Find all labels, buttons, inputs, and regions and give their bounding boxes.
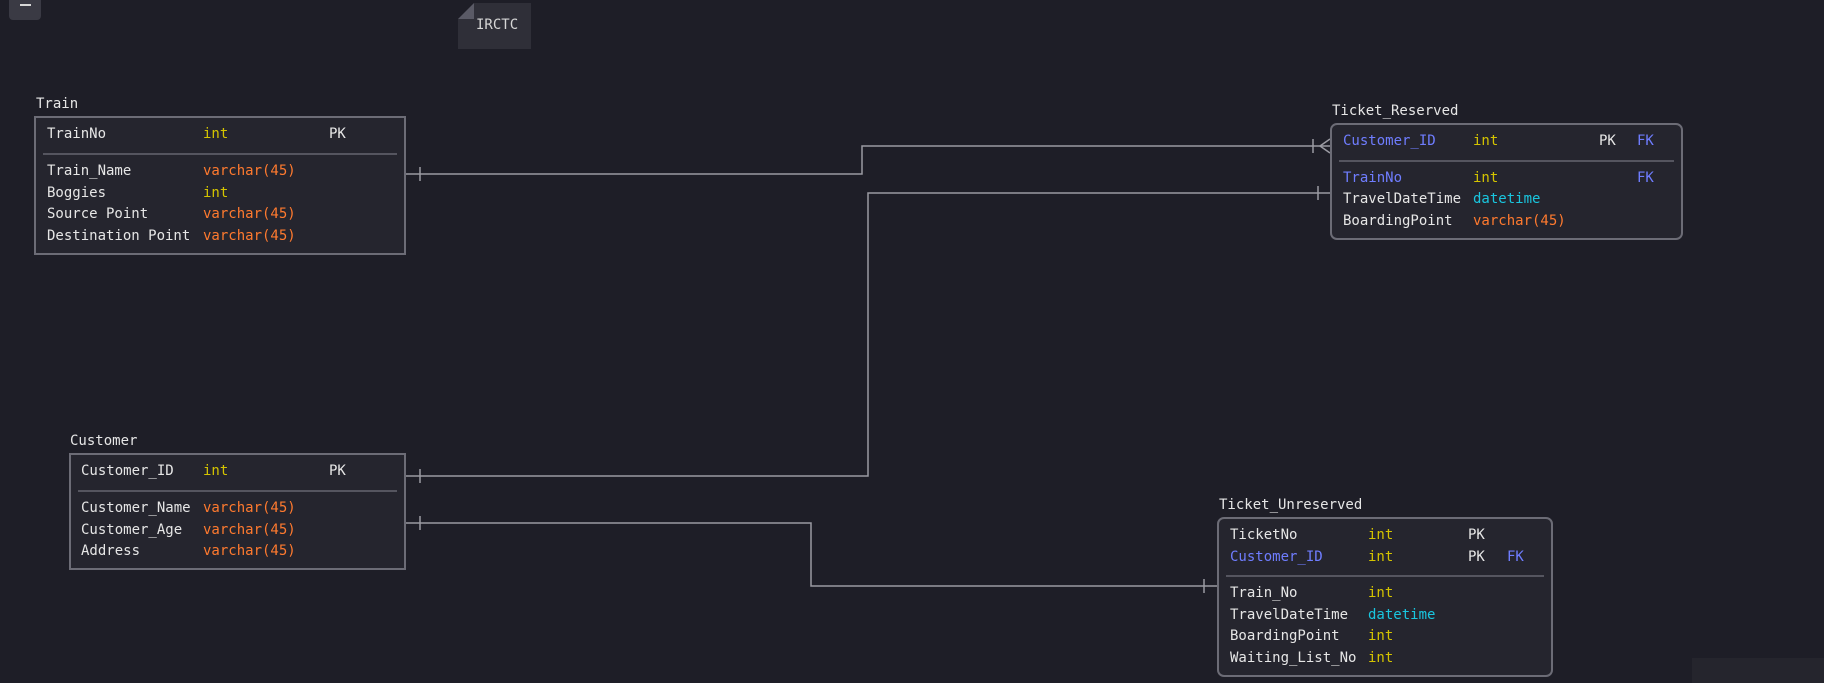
column-type: varchar(45) (203, 163, 296, 179)
column-name: Destination Point (47, 228, 191, 244)
table-row[interactable]: Boggies int (36, 183, 404, 203)
table-title-train: Train (36, 96, 79, 112)
table-row[interactable]: TravelDateTime datetime (1332, 189, 1681, 209)
column-name: Boggies (47, 185, 107, 201)
column-type: datetime (1473, 191, 1541, 207)
column-type: varchar(45) (203, 228, 296, 244)
column-type: varchar(45) (203, 522, 296, 538)
column-name: Customer_ID (1343, 133, 1436, 149)
column-type: int (1473, 133, 1499, 149)
column-type: datetime (1368, 607, 1436, 623)
relationship-customer-ticket-unreserved (406, 522, 1217, 587)
table-row[interactable]: Destination Point varchar(45) (36, 226, 404, 246)
table-title-customer: Customer (70, 433, 138, 449)
column-type: varchar(45) (203, 206, 296, 222)
column-name: BoardingPoint (1343, 213, 1453, 229)
table-title-ticket-unreserved: Ticket_Unreserved (1219, 497, 1363, 513)
column-name: Customer_ID (1230, 549, 1323, 565)
table-row[interactable]: Customer_Age varchar(45) (71, 520, 404, 540)
column-type: int (203, 126, 229, 142)
key-divider (78, 490, 397, 492)
column-type: int (1368, 650, 1394, 666)
column-type: int (1368, 585, 1394, 601)
foreign-key-badge: FK (1637, 170, 1654, 186)
table-row[interactable]: Address varchar(45) (71, 541, 404, 561)
column-name: Customer_Age (81, 522, 183, 538)
table-row[interactable]: TravelDateTime datetime (1219, 605, 1551, 625)
column-name: Source Point (47, 206, 149, 222)
column-name: Train_Name (47, 163, 132, 179)
foreign-key-badge: FK (1507, 549, 1524, 565)
table-row[interactable]: Customer_ID int PK (71, 461, 404, 481)
table-row[interactable]: Waiting_List_No int (1219, 648, 1551, 668)
column-type: int (1368, 527, 1394, 543)
column-name: Address (81, 543, 141, 559)
relationship-customer-ticket-reserved (406, 192, 1330, 477)
minimap-panel[interactable] (1692, 658, 1824, 683)
column-name: TravelDateTime (1343, 191, 1462, 207)
relationship-train-ticket-reserved (406, 145, 1330, 175)
table-row[interactable]: TrainNo int PK (36, 124, 404, 144)
column-type: int (1368, 628, 1394, 644)
column-name: TravelDateTime (1230, 607, 1349, 623)
table-row[interactable]: Customer_ID int PK FK (1219, 547, 1551, 567)
table-row[interactable]: TrainNo int FK (1332, 168, 1681, 188)
column-name: TicketNo (1230, 527, 1298, 543)
column-name: Train_No (1230, 585, 1298, 601)
primary-key-badge: PK (1468, 549, 1485, 565)
column-name: TrainNo (1343, 170, 1403, 186)
column-type: varchar(45) (1473, 213, 1566, 229)
table-row[interactable]: Customer_ID int PK FK (1332, 131, 1681, 151)
column-type: int (203, 185, 229, 201)
column-name: Customer_Name (81, 500, 191, 516)
table-row[interactable]: Customer_Name varchar(45) (71, 498, 404, 518)
foreign-key-badge: FK (1637, 133, 1654, 149)
column-name: Waiting_List_No (1230, 650, 1357, 666)
table-ticket-unreserved[interactable]: TicketNo int PK Customer_ID int PK FK Tr… (1217, 517, 1553, 677)
column-name: TrainNo (47, 126, 107, 142)
primary-key-badge: PK (1468, 527, 1485, 543)
primary-key-badge: PK (329, 126, 346, 142)
column-name: BoardingPoint (1230, 628, 1340, 644)
primary-key-badge: PK (329, 463, 346, 479)
table-train[interactable]: TrainNo int PK Train_Name varchar(45) Bo… (34, 116, 406, 255)
table-row[interactable]: Train_No int (1219, 583, 1551, 603)
key-divider (43, 153, 397, 155)
column-type: varchar(45) (203, 500, 296, 516)
column-name: Customer_ID (81, 463, 174, 479)
table-title-ticket-reserved: Ticket_Reserved (1332, 103, 1459, 119)
primary-key-badge: PK (1599, 133, 1616, 149)
table-row[interactable]: Train_Name varchar(45) (36, 161, 404, 181)
column-type: int (1473, 170, 1499, 186)
table-row[interactable]: BoardingPoint int (1219, 626, 1551, 646)
key-divider (1339, 160, 1674, 162)
table-row[interactable]: BoardingPoint varchar(45) (1332, 211, 1681, 231)
table-row[interactable]: Source Point varchar(45) (36, 204, 404, 224)
key-divider (1226, 575, 1544, 577)
table-row[interactable]: TicketNo int PK (1219, 525, 1551, 545)
column-type: varchar(45) (203, 543, 296, 559)
column-type: int (1368, 549, 1394, 565)
table-ticket-reserved[interactable]: Customer_ID int PK FK TrainNo int FK Tra… (1330, 123, 1683, 240)
table-customer[interactable]: Customer_ID int PK Customer_Name varchar… (69, 453, 406, 570)
column-type: int (203, 463, 229, 479)
